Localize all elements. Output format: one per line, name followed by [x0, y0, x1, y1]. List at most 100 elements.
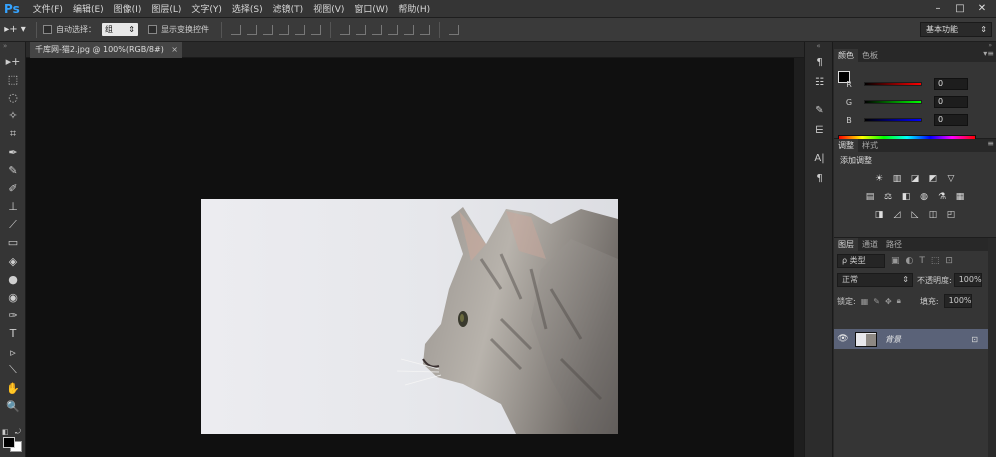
tab-adjustments[interactable]: 调整: [834, 139, 858, 152]
adjustment-filter-icon[interactable]: ◐: [906, 256, 914, 266]
pixel-filter-icon[interactable]: ▣: [891, 256, 900, 266]
eraser-tool-icon[interactable]: ▭: [0, 234, 26, 252]
photo-filter-icon[interactable]: ◍: [918, 190, 931, 203]
posterize-icon[interactable]: ◿: [891, 208, 904, 221]
properties-panel-icon[interactable]: ☷: [805, 72, 834, 92]
align-vcenter-icon[interactable]: [247, 24, 257, 35]
menu-file[interactable]: 文件(F): [28, 2, 68, 15]
visibility-eye-icon[interactable]: 👁︎: [834, 334, 852, 344]
crop-tool-icon[interactable]: ⌗: [0, 125, 26, 143]
path-selection-tool-icon[interactable]: ▹: [0, 343, 26, 361]
black-white-icon[interactable]: ◧: [900, 190, 913, 203]
menu-help[interactable]: 帮助(H): [393, 2, 435, 15]
default-colors-icon[interactable]: ◧: [2, 428, 9, 436]
red-slider[interactable]: [864, 82, 922, 86]
vibrance-icon[interactable]: ▽: [945, 172, 958, 185]
blend-mode-select[interactable]: 正常 ⇕: [837, 273, 913, 287]
zoom-tool-icon[interactable]: 🔍: [0, 398, 26, 416]
brush-presets-icon[interactable]: ⋿: [805, 120, 834, 140]
auto-align-icon[interactable]: [449, 24, 459, 35]
distribute-top-icon[interactable]: [340, 24, 350, 35]
menu-edit[interactable]: 编辑(E): [68, 2, 109, 15]
distribute-bottom-icon[interactable]: [372, 24, 382, 35]
tab-color[interactable]: 颜色: [834, 49, 858, 62]
line-tool-icon[interactable]: ⟍: [0, 361, 26, 379]
panels-collapse-icon[interactable]: »: [834, 42, 996, 49]
exposure-icon[interactable]: ◩: [927, 172, 940, 185]
align-hcenter-icon[interactable]: [295, 24, 305, 35]
color-swatches[interactable]: ◧ ⤾: [2, 428, 24, 452]
marquee-tool-icon[interactable]: ⬚: [0, 70, 26, 88]
dodge-tool-icon[interactable]: ◉: [0, 288, 26, 306]
align-right-icon[interactable]: [311, 24, 321, 35]
brush-panel-icon[interactable]: ✎: [805, 100, 834, 120]
red-value-input[interactable]: 0: [934, 78, 968, 90]
menu-select[interactable]: 选择(S): [227, 2, 268, 15]
lasso-tool-icon[interactable]: ◌: [0, 88, 26, 106]
document-image[interactable]: [201, 199, 618, 434]
green-slider[interactable]: [864, 100, 922, 104]
green-value-input[interactable]: 0: [934, 96, 968, 108]
type-filter-icon[interactable]: T: [919, 256, 925, 266]
align-left-icon[interactable]: [279, 24, 289, 35]
fill-input[interactable]: 100%: [943, 294, 972, 308]
character-panel-icon[interactable]: A|: [805, 148, 834, 168]
menu-filter[interactable]: 滤镜(T): [268, 2, 309, 15]
channel-mixer-icon[interactable]: ⚗: [936, 190, 949, 203]
distribute-left-icon[interactable]: [388, 24, 398, 35]
move-tool-icon[interactable]: ▸+: [0, 52, 26, 70]
eyedropper-tool-icon[interactable]: ✒: [0, 143, 26, 161]
selective-color-icon[interactable]: ◫: [927, 208, 940, 221]
menu-window[interactable]: 窗口(W): [349, 2, 393, 15]
hue-saturation-icon[interactable]: ▤: [864, 190, 877, 203]
toolbox-collapse-icon[interactable]: »: [0, 42, 25, 52]
lock-all-icon[interactable]: 🔒︎: [897, 296, 901, 306]
distribute-vcenter-icon[interactable]: [356, 24, 366, 35]
minimize-button[interactable]: –: [928, 1, 948, 16]
distribute-hcenter-icon[interactable]: [404, 24, 414, 35]
tab-layers[interactable]: 图层: [834, 238, 858, 251]
clone-stamp-tool-icon[interactable]: ⊥: [0, 198, 26, 216]
show-transform-checkbox[interactable]: [148, 25, 157, 34]
panel-menu-icon[interactable]: ≡: [987, 139, 994, 148]
layer-filter-kind-select[interactable]: ρ 类型: [837, 254, 885, 268]
move-tool-preset-picker[interactable]: ▸+ ▾: [0, 20, 30, 40]
menu-layer[interactable]: 图层(L): [146, 2, 186, 15]
canvas-area[interactable]: [26, 58, 804, 457]
auto-select-checkbox[interactable]: [43, 25, 52, 34]
tab-paths[interactable]: 路径: [882, 238, 906, 251]
layers-scrollbar[interactable]: [988, 238, 996, 457]
color-balance-icon[interactable]: ⚖: [882, 190, 895, 203]
canvas-vertical-scrollbar[interactable]: [794, 58, 804, 457]
brush-tool-icon[interactable]: ✐: [0, 179, 26, 197]
align-top-icon[interactable]: [231, 24, 241, 35]
panel-menu-icon[interactable]: ▾≡: [983, 49, 994, 58]
color-lookup-icon[interactable]: ▦: [954, 190, 967, 203]
blue-slider[interactable]: [864, 118, 922, 122]
restore-button[interactable]: □: [950, 1, 970, 16]
layer-row-background[interactable]: 👁︎ 背景 ⊡: [834, 329, 988, 349]
shape-filter-icon[interactable]: ⬚: [931, 256, 940, 266]
invert-icon[interactable]: ◨: [873, 208, 886, 221]
blue-value-input[interactable]: 0: [934, 114, 968, 126]
curves-icon[interactable]: ◪: [909, 172, 922, 185]
tab-swatches[interactable]: 色板: [858, 49, 882, 62]
auto-select-dropdown[interactable]: 组 ⇕: [102, 23, 138, 36]
threshold-icon[interactable]: ◺: [909, 208, 922, 221]
menu-image[interactable]: 图像(I): [109, 2, 147, 15]
blur-tool-icon[interactable]: ●: [0, 270, 26, 288]
levels-icon[interactable]: ▥: [891, 172, 904, 185]
hand-tool-icon[interactable]: ✋: [0, 379, 26, 397]
history-panel-icon[interactable]: ¶: [805, 52, 834, 72]
swap-colors-icon[interactable]: ⤾: [15, 428, 21, 437]
history-brush-tool-icon[interactable]: ⟋: [0, 216, 26, 234]
pen-tool-icon[interactable]: ✑: [0, 307, 26, 325]
menu-type[interactable]: 文字(Y): [186, 2, 227, 15]
healing-brush-tool-icon[interactable]: ✎: [0, 161, 26, 179]
foreground-color-swatch[interactable]: [3, 437, 15, 448]
align-bottom-icon[interactable]: [263, 24, 273, 35]
close-icon[interactable]: ×: [171, 42, 178, 58]
menu-view[interactable]: 视图(V): [308, 2, 349, 15]
lock-pixels-icon[interactable]: ✎: [873, 297, 880, 306]
magic-wand-tool-icon[interactable]: ✧: [0, 107, 26, 125]
